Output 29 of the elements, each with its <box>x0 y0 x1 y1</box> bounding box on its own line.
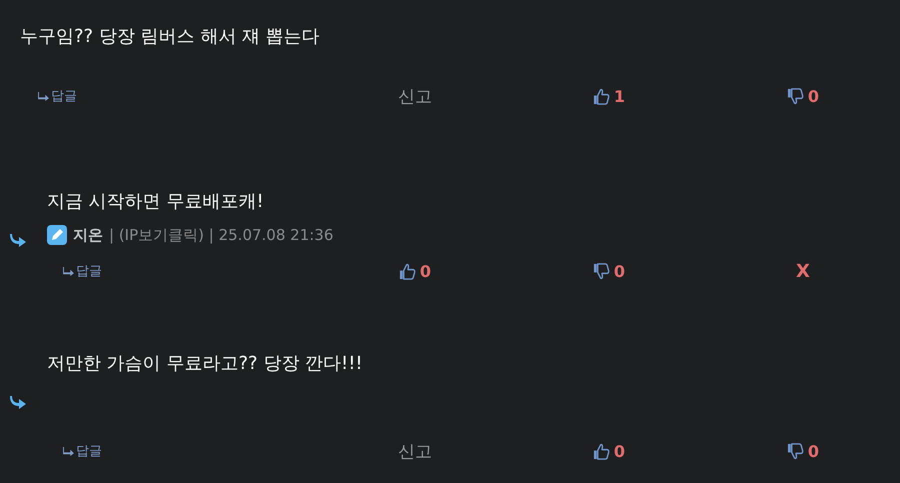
vote-count: 0 <box>808 442 820 460</box>
comment-meta: | (IP보기클릭) | 25.07.08 21:36 <box>109 226 334 244</box>
vote-count: 0 <box>808 86 820 106</box>
reply-arrow-icon <box>9 395 27 409</box>
reply-arrow-icon <box>9 233 27 247</box>
delete-button[interactable]: X <box>796 260 810 282</box>
thumbs-up-icon[interactable] <box>592 442 610 460</box>
comment-text: 저만한 가슴이 무료라고?? 당장 깐다!!! <box>47 352 364 376</box>
author-name: 지온 <box>73 226 103 244</box>
thumbs-down-icon[interactable] <box>786 442 804 460</box>
report-link[interactable]: 신고 <box>398 440 432 462</box>
thumbs-down-icon[interactable] <box>786 88 804 104</box>
reply-arrow-icon <box>63 446 74 456</box>
reply-link[interactable]: 답글 <box>63 442 102 460</box>
reply-arrow-icon <box>38 92 49 100</box>
reply-link[interactable]: 답글 <box>63 262 102 280</box>
vote-count: 0 <box>614 442 626 460</box>
vote-count: 0 <box>420 262 432 280</box>
thumbs-up-icon[interactable] <box>592 88 610 104</box>
reply-arrow-icon <box>63 266 74 276</box>
report-link[interactable]: 신고 <box>398 84 432 108</box>
vote-count: 1 <box>614 86 626 106</box>
reply-link[interactable]: 답글 <box>38 87 77 105</box>
comment-text: 지금 시작하면 무료배포캐! <box>47 190 265 214</box>
thumbs-up-icon[interactable] <box>398 262 416 280</box>
thumbs-down-icon[interactable] <box>592 262 610 280</box>
comment-text: 누구임?? 당장 림버스 해서 쟤 뽑는다 <box>20 25 321 49</box>
pencil-icon <box>47 225 67 245</box>
vote-count: 0 <box>614 262 626 280</box>
